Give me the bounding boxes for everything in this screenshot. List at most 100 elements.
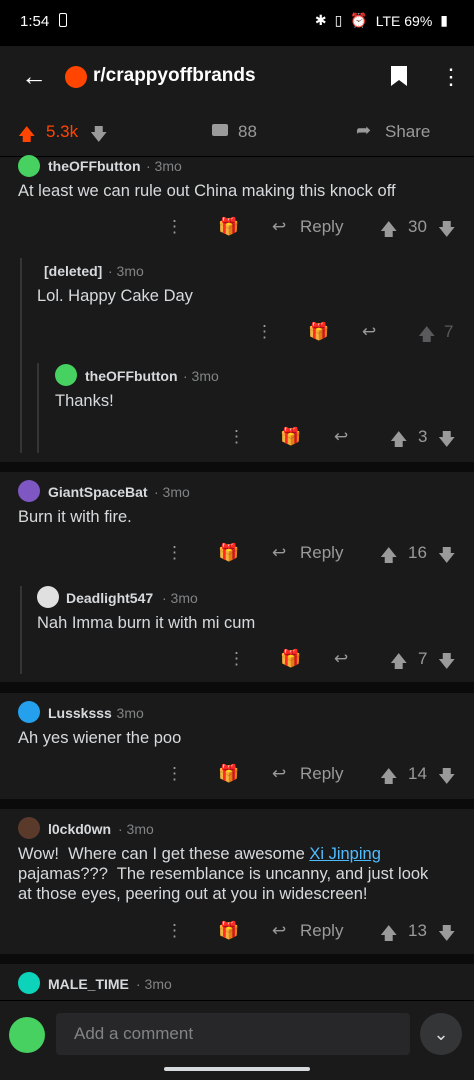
avatar[interactable] [18, 817, 40, 839]
more-options-icon[interactable]: ⋮ [166, 764, 183, 784]
downvote-icon[interactable]: 🡇 [438, 921, 455, 950]
upvote-icon[interactable]: 🡅 [380, 764, 397, 793]
comment-author[interactable]: l0ckd0wn [48, 821, 111, 837]
comment-age: · 3mo [154, 484, 190, 500]
bookmark-icon[interactable] [390, 65, 408, 87]
reply-button[interactable]: Reply [300, 543, 343, 563]
battery-saver-icon [59, 13, 67, 27]
avatar[interactable] [18, 155, 40, 177]
reply-icon[interactable]: ↩ [272, 217, 286, 237]
thread-line [37, 363, 39, 453]
subreddit-icon [65, 66, 87, 88]
award-icon[interactable]: 🎁 [308, 322, 329, 342]
comment: theOFFbutton · 3mo Thanks! ⋮ 🎁 ↩ 🡅 3 🡇 [0, 357, 474, 462]
comment-author[interactable]: MALE_TIME [48, 976, 129, 992]
comment-age: · 3mo [118, 821, 154, 837]
more-options-icon[interactable]: ⋮ [166, 921, 183, 941]
downvote-icon[interactable]: 🡇 [438, 427, 455, 456]
arrow-left-icon[interactable]: ← [18, 60, 50, 92]
comment-author[interactable]: Lussksss [48, 705, 112, 721]
comment-score: 3 [418, 427, 428, 446]
user-avatar[interactable] [9, 1017, 45, 1053]
comment-text: at those eyes, peering out at you in wid… [18, 885, 368, 903]
more-options-icon[interactable]: ⋮ [256, 322, 273, 342]
comment-age: · 3mo [108, 705, 144, 721]
thread-line [20, 357, 22, 453]
comment-count[interactable]: 88 [238, 122, 257, 142]
reply-icon[interactable]: ↩ [272, 543, 286, 563]
upvote-icon[interactable]: 🡅 [390, 427, 407, 456]
comment-score: 13 [408, 921, 427, 940]
downvote-icon[interactable]: 🡇 [438, 217, 455, 246]
more-options-icon[interactable]: ⋮ [166, 217, 183, 237]
comment-body: At least we can rule out China making th… [18, 182, 396, 200]
comment-body: Wow! Where can I get these awesome Xi Ji… [18, 844, 468, 904]
comment: Deadlight547 · 3mo Nah Imma burn it with… [0, 578, 474, 682]
more-options-icon[interactable]: ⋮ [166, 543, 183, 563]
share-icon[interactable]: ➦ [356, 120, 371, 141]
chevron-double-down-icon[interactable]: ⌄ [420, 1013, 462, 1055]
more-options-icon[interactable]: ⋮ [228, 649, 245, 669]
comment-age: · 3mo [146, 158, 182, 174]
post-action-bar: 🡅 5.3k 🡇 88 ➦ Share [0, 108, 474, 157]
upvote-icon[interactable]: 🡅 [18, 122, 35, 151]
subreddit-name[interactable]: r/crappyoffbrands [93, 65, 256, 87]
comment-body: Ah yes wiener the poo [18, 729, 182, 747]
award-icon[interactable]: 🎁 [218, 543, 239, 563]
comment: GiantSpaceBat · 3mo Burn it with fire. ⋮… [0, 472, 474, 578]
downvote-icon[interactable]: 🡇 [438, 649, 455, 678]
comment-score: 7 [444, 322, 454, 341]
reply-icon[interactable]: ↩ [334, 649, 348, 669]
vibrate-icon: ▯ [334, 12, 343, 28]
award-icon[interactable]: 🎁 [280, 649, 301, 669]
share-button[interactable]: Share [385, 122, 430, 142]
reply-icon[interactable]: ↩ [272, 921, 286, 941]
award-icon[interactable]: 🎁 [280, 427, 301, 447]
comment-author[interactable]: theOFFbutton [48, 158, 141, 174]
downvote-icon[interactable]: 🡇 [438, 764, 455, 793]
thread-line [20, 258, 22, 357]
avatar[interactable] [18, 701, 40, 723]
more-options-icon[interactable]: ⋮ [228, 427, 245, 447]
upvote-icon[interactable]: 🡅 [418, 322, 435, 351]
avatar[interactable] [18, 972, 40, 994]
comment-body: Nah Imma burn it with mi cum [37, 614, 256, 632]
comment-author[interactable]: theOFFbutton [85, 368, 178, 384]
reply-button[interactable]: Reply [300, 764, 343, 784]
comment-link[interactable]: Xi Jinping [309, 845, 381, 863]
comment-score: 14 [408, 764, 427, 783]
reply-icon[interactable]: ↩ [272, 764, 286, 784]
comment-icon [212, 124, 228, 136]
reply-button[interactable]: Reply [300, 217, 343, 237]
comment-author: [deleted] [44, 263, 103, 279]
add-comment-input[interactable]: Add a comment [56, 1013, 410, 1055]
avatar[interactable] [18, 480, 40, 502]
reply-icon[interactable]: ↩ [362, 322, 376, 342]
comment-author[interactable]: Deadlight547 [66, 590, 153, 606]
award-icon[interactable]: 🎁 [218, 921, 239, 941]
downvote-icon[interactable]: 🡇 [90, 122, 107, 151]
ellipsis-vertical-icon[interactable]: ⋮ [440, 63, 462, 91]
avatar[interactable] [55, 364, 77, 386]
upvote-icon[interactable]: 🡅 [380, 543, 397, 572]
status-bar: 1:54 ✱ ▯ ⏰ LTE 69% ▮ [0, 0, 474, 46]
reply-button[interactable]: Reply [300, 921, 343, 941]
comment-age: · 3mo [162, 590, 198, 606]
comment-age: · 3mo [183, 368, 219, 384]
upvote-icon[interactable]: 🡅 [380, 217, 397, 246]
upvote-icon[interactable]: 🡅 [390, 649, 407, 678]
avatar[interactable] [37, 586, 59, 608]
comment-text: Wow! Where can I get these awesome [18, 845, 310, 863]
comment-body: Burn it with fire. [18, 508, 132, 526]
comment: [deleted] · 3mo Lol. Happy Cake Day ⋮ 🎁 … [0, 252, 474, 357]
add-comment-placeholder: Add a comment [74, 1024, 194, 1043]
post-score: 5.3k [46, 122, 79, 141]
upvote-icon[interactable]: 🡅 [380, 921, 397, 950]
downvote-icon[interactable]: 🡇 [438, 543, 455, 572]
award-icon[interactable]: 🎁 [218, 217, 239, 237]
alarm-icon: ⏰ [350, 12, 368, 28]
status-icons: ✱ ▯ ⏰ LTE 69% ▮ [315, 12, 448, 29]
reply-icon[interactable]: ↩ [334, 427, 348, 447]
award-icon[interactable]: 🎁 [218, 764, 239, 784]
comment-author[interactable]: GiantSpaceBat [48, 484, 148, 500]
